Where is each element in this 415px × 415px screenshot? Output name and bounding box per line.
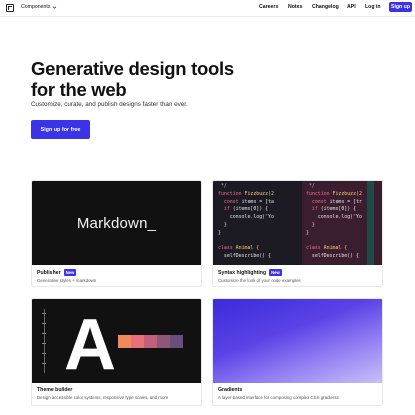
hero-signup-button[interactable]: Sign up for free [31,120,90,139]
code-line: function Fizzbuzz(2 [218,190,274,197]
color-swatch [170,335,183,348]
gradient-thumbnail [213,299,382,383]
code-line: } [218,229,221,236]
card-publisher[interactable]: Markdown_ Publisher New Generative style… [31,180,202,287]
scale-tick [42,333,46,334]
syntax-thumbnail: */function Fizzbuzz(2 const items = [ta … [213,181,382,265]
card-description: Generative styles + markdown [37,278,97,283]
card-gradients[interactable]: Gradients A layer-based interface for co… [212,298,383,406]
top-nav: Components Careers Notes Changelog API L… [0,0,415,16]
new-badge: New [63,269,77,276]
color-swatch [131,335,144,348]
nav-link-api[interactable]: API [347,4,356,10]
nav-link-changelog[interactable]: Changelog [312,4,339,10]
scale-tick [42,323,46,324]
code-sample-a: */function Fizzbuzz(2 const items = [ta … [218,181,303,265]
markdown-thumb-text: Markdown_ [76,214,157,232]
hero-title: Generative design tools for the web [31,58,291,100]
publisher-thumbnail: Markdown_ [32,181,201,265]
code-line: } [218,221,227,228]
code-line: class Animal { [218,245,260,252]
components-label: Components [21,4,51,10]
signup-button[interactable]: Sign up [389,2,412,12]
card-title: Theme builder [37,387,73,393]
nav-link-login[interactable]: Log in [365,4,381,10]
chevron-down-icon [53,6,57,9]
color-swatch [118,335,131,348]
scale-tick [42,353,46,354]
card-theme-builder[interactable]: A Theme builder Design accessible color … [31,298,202,406]
theme-thumbnail: A [32,299,201,383]
new-badge: New [269,269,282,276]
type-specimen: A [64,305,116,383]
hero-subtitle: Customize, curate, and publish designs f… [31,101,188,108]
code-stripe [367,181,374,265]
card-syntax-highlighting[interactable]: */function Fizzbuzz(2 const items = [ta … [212,180,383,287]
card-description: Design accessible color systems, respons… [37,395,169,400]
code-line: if (items[0]) { [223,206,269,213]
card-title: Syntax highlighting [218,269,267,276]
hero-title-line1: Generative design tools [31,58,234,79]
card-title: Publisher [37,269,61,276]
nav-link-notes[interactable]: Notes [288,4,302,10]
code-line: const items = [ta [223,198,274,205]
card-description: Customize the look of your code examples [218,278,301,283]
card-title: Gradients [218,387,243,393]
components-menu[interactable]: Components [21,4,57,10]
color-swatches [118,335,183,348]
code-line: */ [218,183,227,189]
nav-divider [0,16,415,17]
card-description: A layer-based interface for composing co… [218,395,339,400]
code-line: selfDescribe() { [218,253,271,260]
hero-title-line2: for the web [31,79,127,100]
color-swatch [144,335,157,348]
code-line: console.log('Yo [218,214,274,221]
scale-tick [42,343,46,344]
scale-tick [42,363,46,364]
color-swatch [157,335,170,348]
nav-link-careers[interactable]: Careers [259,4,278,10]
logo-icon[interactable] [6,4,14,12]
scale-tick [42,313,46,314]
